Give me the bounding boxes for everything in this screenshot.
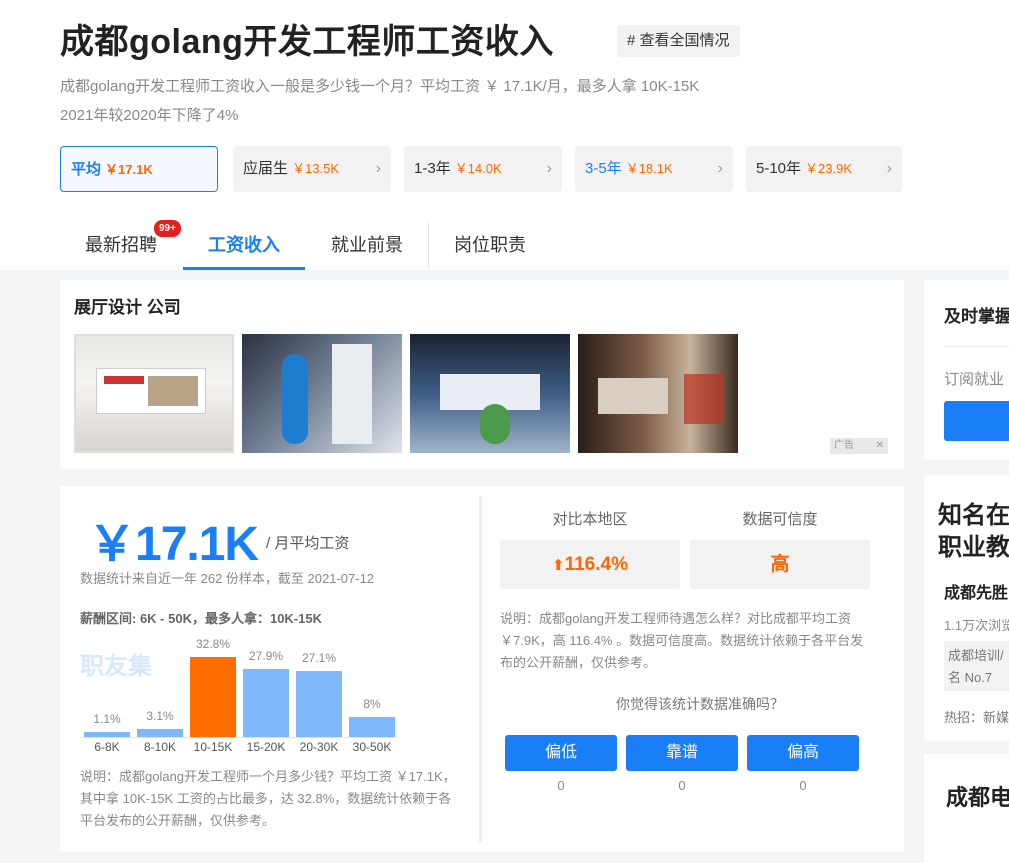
compare-note: 说明：成都golang开发工程师待遇怎么样？对比成都平均工资 ￥7.9K，高 1… <box>500 611 864 670</box>
bottom-card: 成都电 <box>924 754 1009 863</box>
vote-high-button[interactable]: 偏高 <box>747 735 859 771</box>
tab-duties[interactable]: 岗位职责 <box>429 222 551 270</box>
ad-image[interactable] <box>242 334 402 453</box>
bar-category-label: 30-50K <box>352 740 392 754</box>
stat-amount: ￥14.0K <box>454 161 502 176</box>
stat-label: 5-10年 <box>756 160 802 177</box>
institution-card[interactable]: 知名在 职业教 成都先胜 1.1万次浏览 成都培训/ 名 No.7 热招：新媒 <box>924 475 1009 741</box>
institution-rank: 成都培训/ 名 No.7 <box>944 641 1009 691</box>
count-badge: 99+ <box>153 219 182 238</box>
chevron-right-icon: › <box>717 160 723 177</box>
chevron-right-icon: › <box>375 160 381 177</box>
stat-label: 3-5年 <box>585 160 622 177</box>
bar-value-label: 27.1% <box>301 650 337 665</box>
content-area: 展厅设计 公司 广告 ✕ ￥17.1K / 月平均工资 数据统计来自近一年 26… <box>0 270 1009 863</box>
chevron-right-icon: › <box>886 160 892 177</box>
ad-title: 展厅设计 公司 <box>74 298 181 317</box>
ad-image[interactable] <box>410 334 570 453</box>
ad-image[interactable] <box>578 334 738 453</box>
compare-region-value: ⬆116.4% <box>500 540 680 589</box>
stat-label: 平均 <box>71 161 102 178</box>
stat-amount: ￥17.1K <box>105 162 153 177</box>
bar-value-label: 1.1% <box>93 712 121 726</box>
vote-count: 0 <box>678 778 686 793</box>
chart-bar <box>84 732 130 737</box>
salary-unit: / 月平均工资 <box>266 535 350 552</box>
salary-range: 薪酬区间: 6K - 50K，最多人拿：10K-15K <box>80 611 322 626</box>
bar-value-label: 3.1% <box>146 709 174 724</box>
stat-amount: ￥23.9K <box>805 161 853 176</box>
institution-views: 1.1万次浏览 <box>944 618 1009 633</box>
stat-3-5-years[interactable]: 3-5年 ￥18.1K › <box>575 146 733 192</box>
bar-category-label: 8-10K <box>143 740 177 754</box>
page-title: 成都golang开发工程师工资收入 <box>60 23 554 61</box>
subscribe-text: 订阅就业 <box>944 371 1005 388</box>
subscribe-button[interactable] <box>944 401 1009 441</box>
page-header: 成都golang开发工程师工资收入 # 查看全国情况 成都golang开发工程师… <box>0 0 1009 270</box>
bar-category-label: 15-20K <box>246 740 286 754</box>
vote-accurate-button[interactable]: 靠谱 <box>626 735 738 771</box>
bar-category-label: 10-15K <box>193 740 233 754</box>
page-description: 成都golang开发工程师工资收入一般是多少钱一个月？平均工资 ￥ 17.1K/… <box>60 78 700 124</box>
chart-bar <box>349 717 395 737</box>
bar-category-label: 6-8K <box>94 740 120 754</box>
arrow-up-icon: ⬆ <box>552 557 565 574</box>
subscribe-card: 及时掌握 订阅就业 <box>924 280 1009 460</box>
stat-5-10-years[interactable]: 5-10年 ￥23.9K › <box>746 146 902 192</box>
chart-bar <box>190 657 236 737</box>
subscribe-title: 及时掌握 <box>944 307 1009 326</box>
data-source: 数据统计来自近一年 262 份样本，截至 2021-07-12 <box>80 571 375 586</box>
stat-label: 应届生 <box>243 160 289 177</box>
stat-amount: ￥13.5K <box>292 161 339 176</box>
divider <box>479 496 482 842</box>
chart-axis <box>80 737 395 738</box>
chart-bar <box>137 729 183 737</box>
bar-value-label: 8% <box>363 697 381 712</box>
vote-count: 0 <box>799 778 807 793</box>
bar-category-label: 20-30K <box>299 740 339 754</box>
ad-image[interactable] <box>74 334 234 453</box>
salary-note: 说明：成都golang开发工程师一个月多少钱？平均工资 ￥17.1K，其中拿 1… <box>80 769 456 828</box>
vote-low-button[interactable]: 偏低 <box>505 735 617 771</box>
stat-1-3-years[interactable]: 1-3年 ￥14.0K › <box>404 146 562 192</box>
institution-heading: 职业教 <box>938 534 1009 561</box>
tab-latest-jobs[interactable]: 最新招聘 99+ <box>60 219 182 270</box>
chevron-right-icon: › <box>546 160 552 177</box>
institution-hot: 热招：新媒 <box>944 710 1009 725</box>
tab-salary[interactable]: 工资收入 <box>183 222 305 270</box>
stat-label: 1-3年 <box>414 160 451 177</box>
institution-name[interactable]: 成都先胜 <box>944 579 1008 603</box>
average-salary: ￥17.1K <box>88 518 259 571</box>
salary-card: ￥17.1K / 月平均工资 数据统计来自近一年 262 份样本，截至 2021… <box>60 486 904 852</box>
bar-value-label: 27.9% <box>248 648 284 663</box>
stat-graduate[interactable]: 应届生 ￥13.5K › <box>233 146 391 192</box>
tab-prospects[interactable]: 就业前景 <box>306 222 428 270</box>
stat-amount: ￥18.1K <box>625 161 673 176</box>
watermark-logo: 职友集 <box>80 653 152 680</box>
compare-region-label: 对比本地区 <box>552 511 628 528</box>
vote-count: 0 <box>557 778 565 793</box>
ad-card[interactable]: 展厅设计 公司 广告 ✕ <box>60 280 904 469</box>
stat-average[interactable]: 平均 ￥17.1K <box>60 146 218 192</box>
accuracy-question: 你觉得该统计数据准确吗？ <box>616 696 784 712</box>
trust-value: 高 <box>690 540 870 589</box>
ad-label: 广告 ✕ <box>830 438 888 454</box>
close-icon[interactable]: ✕ <box>876 438 884 454</box>
trust-label: 数据可信度 <box>742 511 818 528</box>
bar-value-label: 32.8% <box>195 637 231 651</box>
chart-bar <box>296 670 342 737</box>
tab-bar: 最新招聘 99+ 工资收入 就业前景 岗位职责 <box>60 219 960 270</box>
bottom-card-title: 成都电 <box>946 785 1009 810</box>
institution-heading: 知名在 <box>938 502 1009 529</box>
chart-bar <box>243 668 289 737</box>
national-link-button[interactable]: # 查看全国情况 <box>617 25 740 57</box>
